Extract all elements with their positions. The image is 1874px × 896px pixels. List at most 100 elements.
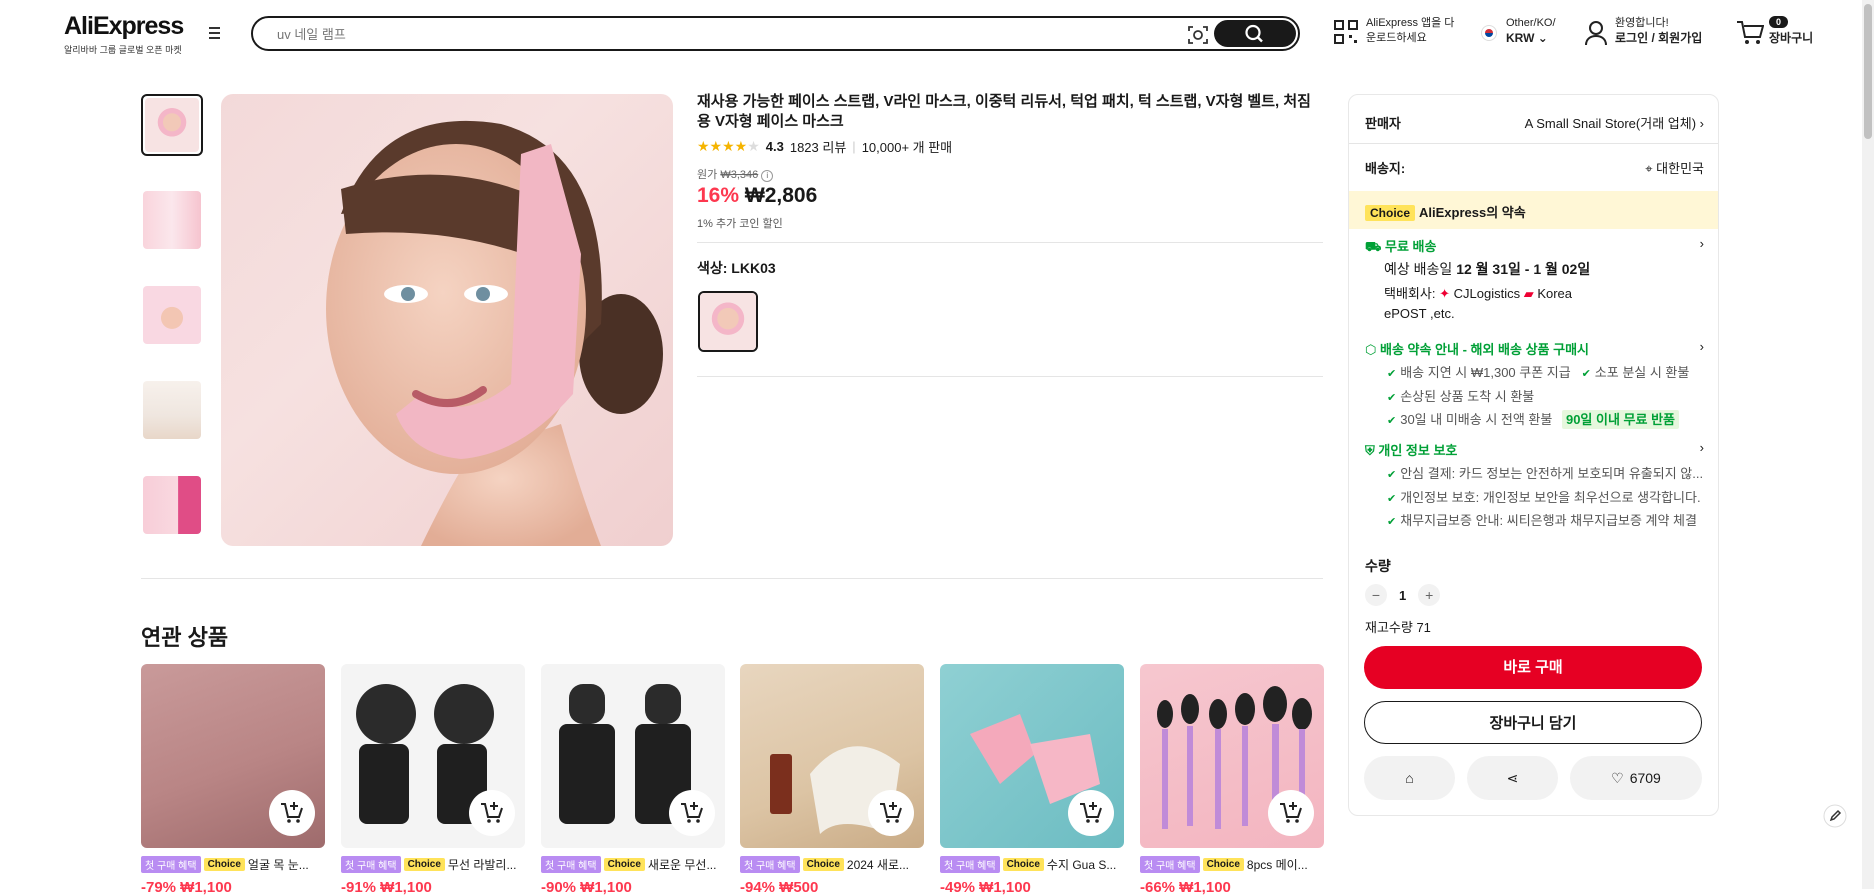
search-input[interactable]	[277, 24, 1177, 44]
purchase-panel: 판매자 A Small Snail Store(거래 업체) › 배송지: ⌖ …	[1348, 94, 1719, 816]
seller-row[interactable]: 판매자 A Small Snail Store(거래 업체) ›	[1365, 113, 1704, 132]
privacy-item: ✔ 개인정보 보호: 개인정보 보안을 최우선으로 생각합니다.	[1387, 487, 1701, 506]
chevron-right-icon: ›	[1699, 440, 1704, 455]
app-download-link[interactable]: AliExpress 앱을 다 운로드하세요	[1366, 16, 1454, 46]
add-to-cart-icon[interactable]	[669, 790, 715, 836]
share-button[interactable]: ⋖	[1467, 756, 1558, 800]
scrollbar-thumb[interactable]	[1864, 4, 1872, 139]
choice-tag: Choice	[802, 858, 844, 871]
divider	[1349, 143, 1718, 144]
product-name: 얼굴 목 눈...	[247, 858, 309, 872]
logo-subtitle: 알리바바 그룹 글로벌 오픈 마켓	[64, 45, 182, 55]
color-label: 색상: LKK03	[697, 260, 776, 276]
product-name: 2024 새로...	[846, 858, 910, 872]
check-icon: ✔	[1581, 368, 1591, 380]
info-icon[interactable]: i	[761, 170, 774, 182]
rating-row: ★★★★★ 4.3 1823 리뷰 | 10,000+ 개 판매	[697, 137, 953, 156]
scrollbar[interactable]	[1862, 0, 1874, 889]
original-price-value: ₩3,346	[720, 169, 759, 181]
thumbnail-3[interactable]	[141, 284, 203, 346]
first-purchase-tag: 첫 구매 혜택	[341, 856, 401, 873]
cart-count-badge: 0	[1769, 16, 1789, 28]
related-products-title: 연관 상품	[141, 625, 229, 650]
add-to-cart-icon[interactable]	[1068, 790, 1114, 836]
related-product-card[interactable]: 첫 구매 혜택 Choice 얼굴 목 눈... -79% ₩1,100	[141, 664, 325, 896]
product-image[interactable]	[141, 664, 325, 848]
currency-label: KRW	[1506, 31, 1535, 45]
star-rating-icon: ★★★★★	[697, 138, 760, 154]
image-search-icon[interactable]	[1187, 24, 1209, 46]
review-count[interactable]: 1823 리뷰	[790, 137, 846, 156]
product-image[interactable]	[341, 664, 525, 848]
add-to-cart-icon[interactable]	[868, 790, 914, 836]
account-menu[interactable]: 환영합니다! 로그인 / 회원가입	[1615, 16, 1702, 46]
add-to-cart-icon[interactable]	[269, 790, 315, 836]
menu-icon[interactable]	[207, 27, 223, 41]
privacy-title: 개인 정보 보호	[1378, 443, 1458, 458]
add-to-cart-button[interactable]: 장바구니 담기	[1364, 701, 1702, 744]
carrier-korea: Korea	[1537, 286, 1573, 301]
search-button[interactable]	[1214, 20, 1296, 47]
package-icon: ⬡	[1365, 342, 1377, 357]
aliexpress-logo[interactable]: AliExpress 알리바바 그룹 글로벌 오픈 마켓	[64, 12, 184, 56]
check-icon: ✔	[1387, 392, 1397, 404]
product-image[interactable]	[740, 664, 924, 848]
app-download-line2: 운로드하세요	[1366, 32, 1427, 44]
thumbnail-list	[141, 94, 203, 569]
related-product-card[interactable]: 첫 구매 혜택 Choice 8pcs 메이... -66% ₩1,100	[1140, 664, 1324, 896]
product-price: -90% ₩1,100	[541, 879, 632, 896]
related-product-card[interactable]: 첫 구매 혜택 Choice 새로운 무선... -90% ₩1,100	[541, 664, 725, 896]
privacy-row[interactable]: ⛨ 개인 정보 보호 ›	[1365, 440, 1704, 459]
cart-label[interactable]: 장바구니	[1769, 31, 1813, 46]
user-icon[interactable]	[1584, 20, 1608, 46]
chevron-right-icon: ›	[1699, 339, 1704, 354]
product-name: 새로운 무선...	[647, 858, 717, 872]
color-option-lkk03[interactable]	[698, 291, 758, 352]
product-price: -94% ₩500	[740, 879, 819, 896]
region-label: Other/KO/	[1506, 17, 1556, 29]
decrease-button[interactable]: −	[1365, 584, 1387, 606]
delivery-estimate: 예상 배송일 12 월 31일 - 1 월 02일	[1384, 259, 1590, 279]
divider	[697, 376, 1323, 377]
add-to-cart-icon[interactable]	[1268, 790, 1314, 836]
add-to-cart-icon[interactable]	[469, 790, 515, 836]
related-product-card[interactable]: 첫 구매 혜택 Choice 무선 라발리... -91% ₩1,100	[341, 664, 525, 896]
check-icon: ✔	[1387, 415, 1397, 427]
product-image[interactable]	[940, 664, 1124, 848]
divider	[697, 242, 1323, 243]
product-price: -79% ₩1,100	[141, 879, 232, 896]
seller-name[interactable]: A Small Snail Store(거래 업체)	[1525, 116, 1696, 131]
product-image[interactable]	[1140, 664, 1324, 848]
ship-to-label: 배송지:	[1365, 161, 1406, 176]
thumbnail-1[interactable]	[141, 94, 203, 156]
thumbnail-5[interactable]	[141, 474, 203, 536]
related-product-card[interactable]: 첫 구매 혜택 Choice 수지 Gua S... -49% ₩1,100	[940, 664, 1124, 896]
promise-item: ✔ 배송 지연 시 ₩1,300 쿠폰 지급 ✔ 소포 분실 시 환불	[1387, 362, 1689, 381]
quantity-value[interactable]: 1	[1399, 588, 1406, 603]
store-icon: ⌂	[1405, 770, 1414, 786]
edit-icon[interactable]	[1823, 804, 1847, 828]
store-button[interactable]: ⌂	[1364, 756, 1455, 800]
ship-to-country[interactable]: 대한민국	[1656, 161, 1704, 176]
related-product-card[interactable]: 첫 구매 혜택 Choice 2024 새로... -94% ₩500	[740, 664, 924, 896]
cart-icon[interactable]	[1736, 20, 1764, 46]
main-product-image[interactable]	[221, 94, 673, 546]
quantity-label: 수량	[1365, 558, 1391, 574]
thumbnail-4[interactable]	[141, 379, 203, 441]
first-purchase-tag: 첫 구매 혜택	[940, 856, 1000, 873]
thumbnail-2[interactable]	[141, 189, 203, 251]
wishlist-button[interactable]: ♡ 6709	[1570, 756, 1702, 800]
korea-flag-icon	[1481, 25, 1497, 41]
delivery-promise-row[interactable]: ⬡ 배송 약속 안내 - 해외 배송 상품 구매시 ›	[1365, 339, 1704, 358]
login-signup-link[interactable]: 로그인 / 회원가입	[1615, 31, 1702, 46]
increase-button[interactable]: +	[1418, 584, 1441, 606]
delivery-prefix: 예상 배송일	[1384, 261, 1453, 277]
ship-to-row[interactable]: 배송지: ⌖ 대한민국	[1365, 158, 1704, 177]
promise-item: ✔ 손상된 상품 도착 시 환불	[1387, 386, 1534, 405]
qr-code-icon[interactable]	[1334, 20, 1358, 44]
promise-text: 소포 분실 시 환불	[1594, 365, 1690, 380]
product-image[interactable]	[541, 664, 725, 848]
free-shipping-row[interactable]: ⛟ 무료 배송 ›	[1365, 236, 1704, 257]
buy-now-button[interactable]: 바로 구매	[1364, 646, 1702, 689]
region-currency-selector[interactable]: Other/KO/ KRW ⌄	[1506, 16, 1556, 46]
